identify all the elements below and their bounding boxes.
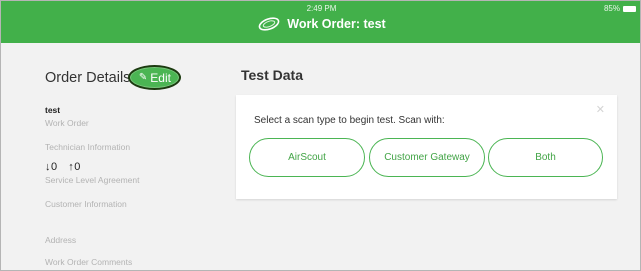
edit-label: Edit xyxy=(150,70,171,85)
scan-type-card: Select a scan type to begin test. Scan w… xyxy=(236,95,617,199)
both-button[interactable]: Both xyxy=(488,138,603,177)
battery-percent: 85% xyxy=(603,4,620,13)
sla-down-count: ↓0 xyxy=(45,161,58,173)
header-title-group: Work Order: test xyxy=(1,16,640,32)
sla-label: Service Level Agreement xyxy=(45,175,140,185)
test-data-panel: Test Data Select a scan type to begin te… xyxy=(236,43,636,270)
customer-gateway-button[interactable]: Customer Gateway xyxy=(369,138,485,177)
pencil-icon: ✎ xyxy=(138,72,148,83)
swirl-logo-icon xyxy=(258,17,280,31)
sla-counts: ↓0 ↑0 xyxy=(45,161,140,173)
status-time: 2:49 PM xyxy=(306,4,337,13)
customer-item[interactable]: Customer Information xyxy=(45,199,127,209)
order-details-title: Order Details xyxy=(45,69,131,86)
header-bar: 2:49 PM 85% Work Order: test xyxy=(1,1,640,43)
comments-item[interactable]: Work Order Comments xyxy=(45,257,132,267)
battery-icon xyxy=(623,5,636,12)
sla-item[interactable]: ↓0 ↑0 Service Level Agreement xyxy=(45,161,140,185)
work-order-item[interactable]: test Work Order xyxy=(45,105,89,128)
technician-item[interactable]: Technician Information xyxy=(45,142,130,152)
work-order-value: test xyxy=(45,105,61,115)
scan-prompt: Select a scan type to begin test. Scan w… xyxy=(254,115,445,126)
address-item[interactable]: Address xyxy=(45,235,76,245)
close-icon[interactable]: ✕ xyxy=(596,103,605,116)
app-window: 2:49 PM 85% Work Order: test Order Detai… xyxy=(0,0,641,271)
sla-up-count: ↑0 xyxy=(68,161,81,173)
technician-label: Technician Information xyxy=(45,142,131,152)
airscout-button[interactable]: AirScout xyxy=(249,138,365,177)
order-details-header: Order Details ✎ Edit xyxy=(45,65,182,90)
page-title: Work Order: test xyxy=(287,17,386,31)
edit-button[interactable]: ✎ Edit xyxy=(128,65,182,90)
order-details-panel: Order Details ✎ Edit test Work Order Tec… xyxy=(29,43,229,270)
battery-indicator: 85% xyxy=(604,4,636,13)
work-order-label: Work Order xyxy=(45,118,89,128)
test-data-title: Test Data xyxy=(241,67,303,83)
comments-label: Work Order Comments xyxy=(45,257,133,267)
customer-label: Customer Information xyxy=(45,199,127,209)
address-label: Address xyxy=(45,235,77,245)
